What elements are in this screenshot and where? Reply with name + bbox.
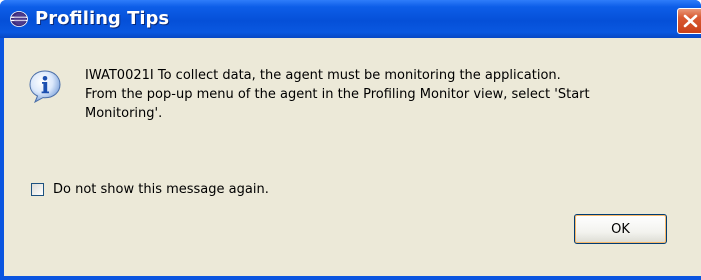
dialog-window: Profiling Tips IWAT0021I To collect data… <box>0 0 701 280</box>
message-line: From the pop-up menu of the agent in the… <box>85 87 590 102</box>
ok-button[interactable]: OK <box>574 214 667 244</box>
eclipse-icon <box>10 11 28 27</box>
dont-show-again-checkbox[interactable] <box>31 182 44 196</box>
message-line: IWAT0021I To collect data, the agent mus… <box>85 68 561 83</box>
close-button[interactable] <box>677 8 701 34</box>
dialog-title: Profiling Tips <box>35 8 170 29</box>
close-icon <box>683 14 698 28</box>
dont-show-again-option[interactable]: Do not show this message again. <box>31 179 269 199</box>
message-text: IWAT0021I To collect data, the agent mus… <box>85 66 685 123</box>
dialog-body: IWAT0021I To collect data, the agent mus… <box>4 38 701 276</box>
message-line: Monitoring'. <box>85 106 163 121</box>
dont-show-again-label[interactable]: Do not show this message again. <box>53 182 269 197</box>
info-icon <box>28 69 62 104</box>
title-bar[interactable]: Profiling Tips <box>0 0 701 38</box>
